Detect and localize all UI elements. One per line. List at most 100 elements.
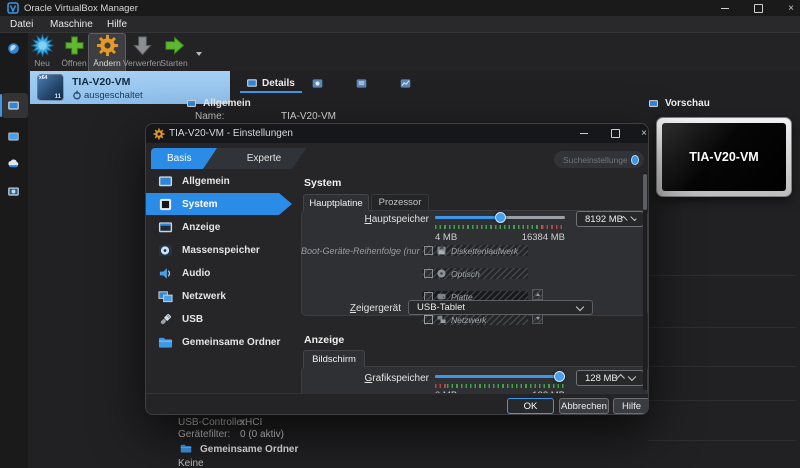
pointer-device-dropdown[interactable]: USB-Tablet [408,300,593,315]
search-settings-box[interactable] [554,151,644,168]
system-chip-icon [158,197,173,212]
ok-button[interactable]: OK [507,398,554,414]
activity-icon[interactable] [400,78,411,89]
dialog-nav-netzwerk[interactable]: Netzwerk [146,285,278,307]
memory-spin-down-icon[interactable] [630,215,636,221]
vm-name: TIA-V20-VM [72,76,130,88]
boot-network-checkbox[interactable] [424,315,433,324]
shared-folders-heading: Gemeinsame Ordner [200,444,298,455]
help-button[interactable]: Hilfe [613,398,649,414]
dialog-nav-allgemein[interactable]: Allgemein [146,170,278,192]
close-button[interactable]: × [776,0,800,16]
boot-floppy-checkbox[interactable] [424,246,433,255]
toolbar-discard-button[interactable]: Verwerfen [124,34,160,72]
menu-datei[interactable]: Datei [10,17,33,31]
boot-order-label: Boot-Geräte-Reihenfolge (nur BIOS) [301,246,429,256]
toolbar-settings-button[interactable]: Ändern [88,33,126,73]
shared-folders-value: Keine [178,458,204,468]
logs-icon[interactable] [356,78,367,89]
machines-icon[interactable] [7,99,20,112]
tab-hauptplatine[interactable]: Hauptplatine [303,194,369,211]
dialog-scrollbar-thumb[interactable] [643,174,647,210]
search-settings-input[interactable] [554,155,631,165]
memory-label: Hauptspeicher [326,214,429,225]
boot-optical-checkbox[interactable] [424,269,433,278]
discard-arrow-icon [131,34,154,57]
cancel-button[interactable]: Abbrechen [559,398,609,414]
preview-vm-name: TIA-V20-VM [689,150,758,164]
pointer-device-value: USB-Tablet [409,302,577,313]
vram-value: 128 MB [577,373,618,384]
memory-slider-handle[interactable] [495,212,506,223]
dialog-title: TIA-V20-VM - Einstellungen [169,128,293,139]
network-icon [158,289,173,304]
menu-hilfe[interactable]: Hilfe [107,17,127,31]
shared-folders-icon [180,443,192,454]
dialog-nav-usb[interactable]: USB [146,308,278,330]
memory-slider-ticks [435,225,565,229]
system-page-heading: System [304,177,341,189]
toolbar-new-label: Neu [34,58,50,68]
details-tab-icon [246,77,258,89]
menu-maschine[interactable]: Maschine [50,17,93,31]
details-separator [648,440,796,441]
boot-item-optical[interactable]: Optisch [422,268,528,279]
toolbar-start-button[interactable]: Starten [156,34,192,72]
vram-slider-handle[interactable] [554,371,565,382]
dialog-gear-icon [153,128,165,140]
toolbar-open-button[interactable]: Öffnen [56,34,92,72]
usb-controller-value: xHCI [240,417,262,428]
vram-spin-down-icon[interactable] [628,373,636,381]
dialog-maximize-button[interactable] [602,124,628,143]
tab-bildschirm[interactable]: Bildschirm [303,350,365,367]
vram-label: Grafikspeicher [326,373,429,384]
memory-spinbox[interactable]: 8192 MB [576,211,644,227]
add-plus-icon [63,34,86,57]
dialog-nav-system[interactable]: System [146,193,292,215]
media-icon[interactable] [7,185,20,198]
new-starburst-icon [31,34,54,57]
preview-monitor: TIA-V20-VM [656,117,792,197]
vm-icon-badge-arch: x64 [39,75,47,81]
virtualbox-logo-icon [7,2,19,14]
vram-spinbox[interactable]: 128 MB [576,370,644,386]
power-state-icon [72,90,82,100]
window-title: Oracle VirtualBox Manager [24,3,138,14]
tab-prozessor[interactable]: Prozessor [371,194,429,211]
vm-list-item[interactable]: x64 11 TIA-V20-VM ausgeschaltet [30,71,230,104]
vm-os-icon: x64 11 [37,74,64,101]
dialog-nav-anzeige[interactable]: Anzeige [146,216,278,238]
minimize-button[interactable] [710,0,740,16]
home-icon[interactable] [7,42,20,55]
floppy-icon [437,246,446,255]
dialog-nav-massenspeicher[interactable]: Massenspeicher [146,239,278,261]
boot-item-network[interactable]: Netzwerk [422,314,528,325]
network-boot-icon [437,315,446,324]
snapshots-icon[interactable] [312,78,323,89]
toolbar-new-button[interactable]: Neu [24,34,60,72]
tab-experte[interactable]: Experte [204,148,306,169]
vm-name-label: Name: [195,111,224,122]
dialog-close-button[interactable]: × [631,124,649,143]
dialog-nav-gemeinsame-ordner[interactable]: Gemeinsame Ordner [146,331,278,353]
display-icon [158,220,173,235]
maximize-button[interactable] [743,0,773,16]
boot-move-up-button[interactable] [532,289,543,300]
pointer-device-label: Zeigergerät [306,303,401,314]
monitor-icon[interactable] [7,130,20,143]
vram-slider-ticks [435,384,565,388]
up-arrow-icon [536,293,540,296]
toolbar-settings-label: Ändern [93,58,120,68]
dialog-nav-audio[interactable]: Audio [146,262,278,284]
cloud-icon[interactable] [7,157,20,170]
display-section-heading: Anzeige [304,334,344,346]
start-dropdown-caret-icon[interactable] [196,52,202,56]
usb-plug-icon [158,312,173,327]
vram-slider[interactable] [435,371,565,382]
boot-item-floppy[interactable]: Diskettenlaufwerk [422,245,528,256]
dialog-minimize-button[interactable] [571,124,597,143]
memory-slider[interactable] [435,212,565,223]
tab-details[interactable]: Details [262,78,295,89]
toolbar-start-label: Starten [160,58,187,68]
device-filter-value: 0 (0 aktiv) [240,429,284,440]
